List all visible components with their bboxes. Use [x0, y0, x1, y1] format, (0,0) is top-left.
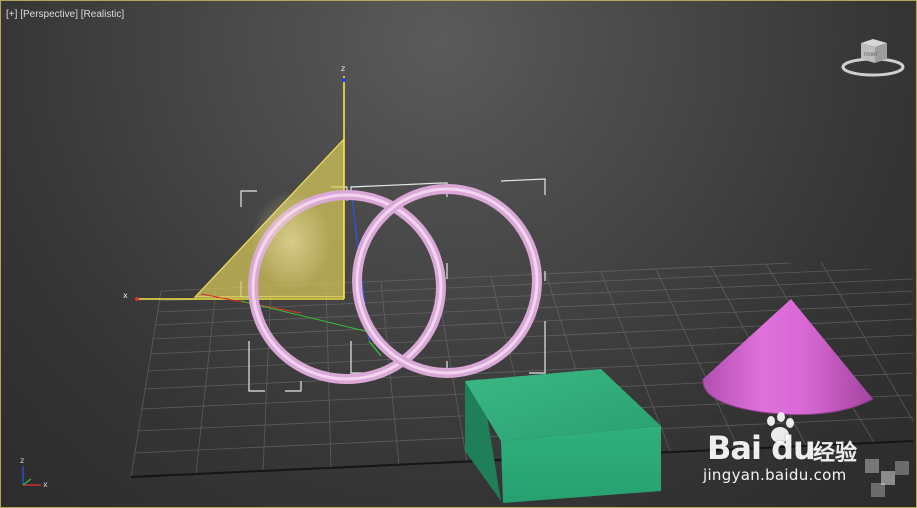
gizmo-z-label: z [341, 64, 345, 73]
gizmo-x-label: x [123, 291, 128, 300]
watermark-logo: Bai du [707, 429, 816, 467]
gizmo-z-endpoint [342, 78, 346, 82]
watermark-tile [865, 459, 909, 497]
viewcube-face-label: FRONT [864, 52, 878, 57]
cone-body [702, 299, 873, 415]
baidu-jingyan-watermark: Bai du 经验 jingyan.baidu.com [701, 411, 911, 501]
gizmo-x-endpoint [135, 297, 139, 301]
watermark-url: jingyan.baidu.com [703, 466, 847, 484]
tripod-x-label: x [43, 480, 48, 489]
perspective-viewport[interactable]: [+] [Perspective] [Realistic] z x FRONT … [0, 0, 917, 508]
plane-glow [251, 191, 331, 291]
world-axis-tripod [22, 466, 41, 486]
viewcube[interactable]: FRONT [841, 39, 905, 77]
pink-cone[interactable] [702, 299, 874, 416]
watermark-cn-text: 经验 [813, 441, 858, 466]
tripod-z-label: z [20, 456, 24, 465]
